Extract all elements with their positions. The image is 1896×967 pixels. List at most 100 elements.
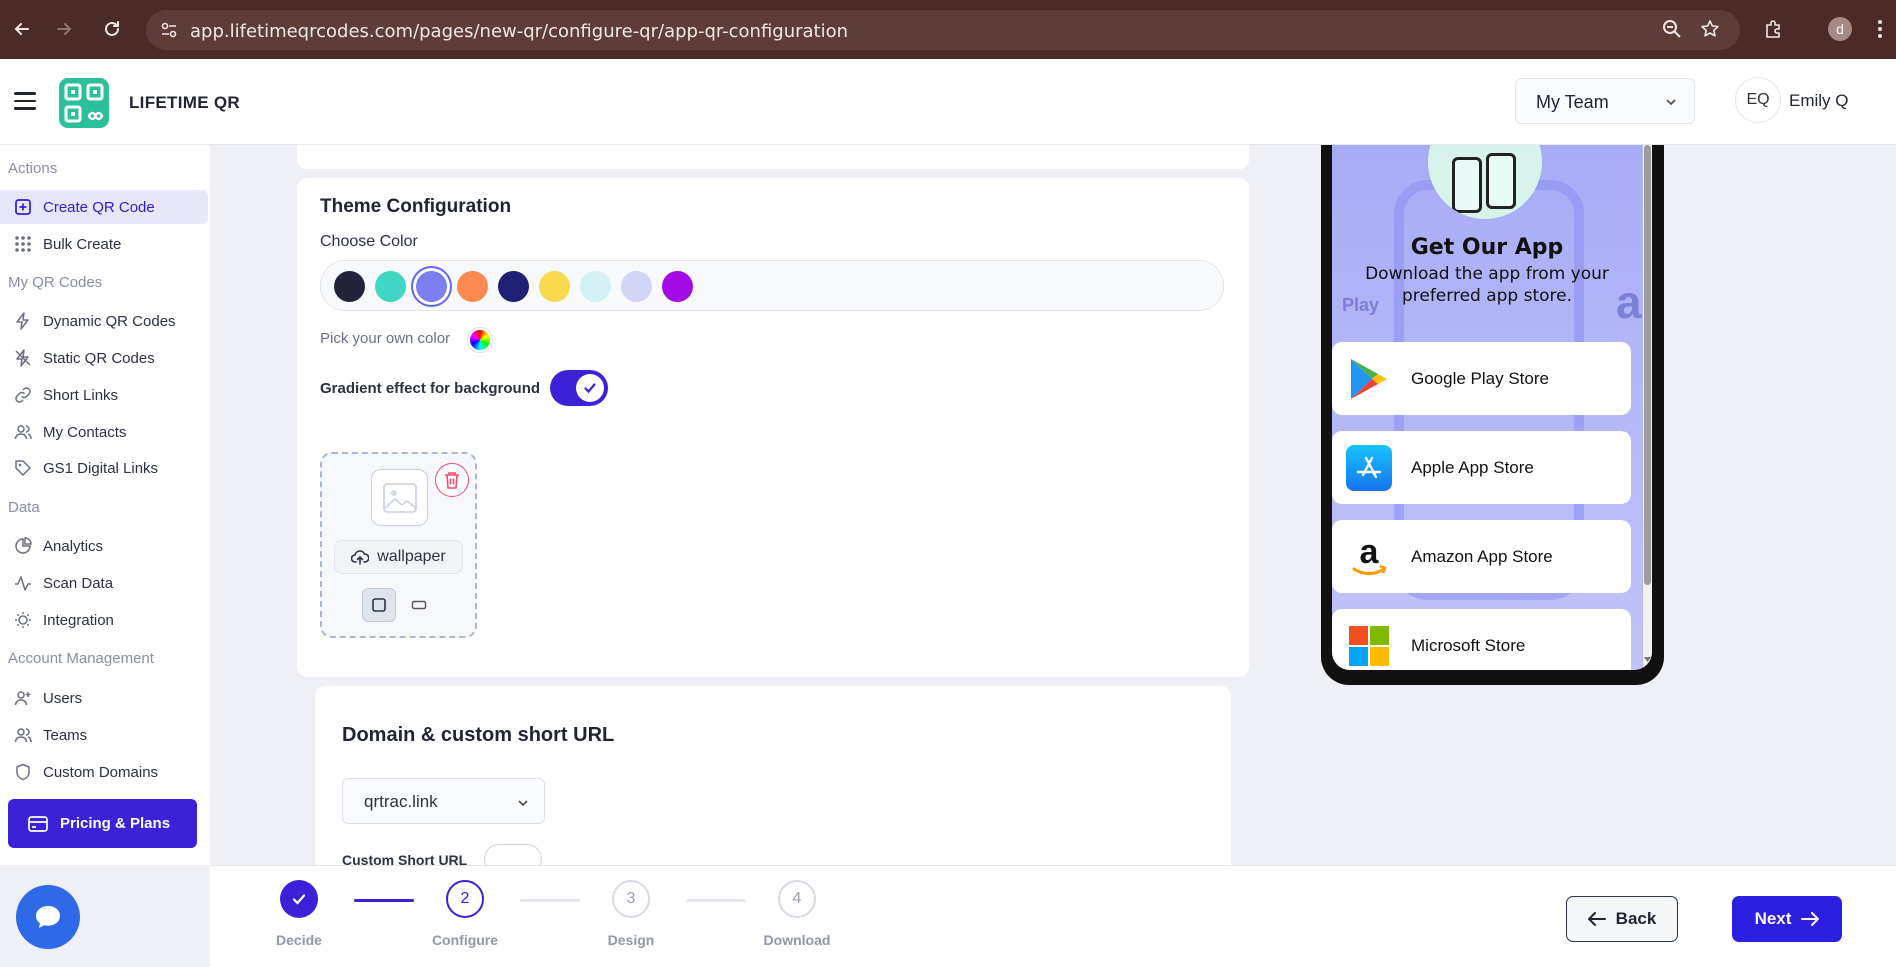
domain-select-label: qrtrac.link: [364, 792, 438, 811]
microsoft-store-button[interactable]: Microsoft Store: [1332, 609, 1631, 670]
step-connector: [686, 899, 746, 902]
amazon-app-store-button[interactable]: a Amazon App Store: [1332, 520, 1631, 593]
domain-select[interactable]: qrtrac.link: [342, 778, 545, 824]
color-swatch[interactable]: [498, 271, 529, 302]
domain-card: Domain & custom short URL qrtrac.link Cu…: [315, 686, 1231, 874]
sidebar-item-short-links[interactable]: Short Links: [0, 378, 208, 412]
step-label: Configure: [431, 932, 499, 948]
upload-wallpaper-button[interactable]: wallpaper: [334, 540, 463, 574]
sidebar-item-teams[interactable]: Teams: [0, 718, 208, 752]
app-header: LIFETIME QR My Team EQ Emily Q: [0, 59, 1896, 145]
shield-icon: [14, 763, 32, 781]
forward-arrow-icon[interactable]: [50, 15, 78, 43]
color-wheel-icon[interactable]: [468, 328, 492, 352]
wallpaper-upload-box: wallpaper: [320, 452, 477, 638]
activity-icon: [14, 574, 32, 592]
google-play-store-button[interactable]: Google Play Store: [1332, 342, 1631, 415]
sidebar-item-my-contacts[interactable]: My Contacts: [0, 415, 208, 449]
color-swatch[interactable]: [375, 271, 406, 302]
url-text: app.lifetimeqrcodes.com/pages/new-qr/con…: [190, 21, 849, 42]
tag-icon: [14, 459, 32, 477]
extensions-icon[interactable]: [1760, 15, 1788, 43]
sidebar-item-gs1-links[interactable]: GS1 Digital Links: [0, 451, 208, 485]
step-download[interactable]: 4 Download: [747, 880, 847, 948]
color-swatch[interactable]: [539, 271, 570, 302]
bookmark-star-icon[interactable]: [1696, 15, 1724, 43]
sidebar-item-static-qr[interactable]: Static QR Codes: [0, 341, 208, 375]
pick-own-color-label: Pick your own color: [320, 330, 451, 347]
apple-app-store-button[interactable]: Apple App Store: [1332, 431, 1631, 504]
app-store-icon: [1346, 444, 1392, 491]
credit-card-icon: [28, 815, 48, 832]
gradient-label: Gradient effect for background: [320, 380, 541, 397]
color-swatch[interactable]: [621, 271, 652, 302]
user-name[interactable]: Emily Q: [1789, 91, 1849, 111]
section-title-account: Account Management: [8, 650, 154, 667]
stepper-bar: Decide 2 Configure 3 Design 4 Download B…: [210, 865, 1896, 967]
color-swatch[interactable]: [334, 271, 365, 302]
square-option-icon[interactable]: [362, 588, 396, 622]
sidebar-item-scan-data[interactable]: Scan Data: [0, 566, 208, 600]
address-bar[interactable]: app.lifetimeqrcodes.com/pages/new-qr/con…: [146, 10, 1740, 50]
next-button[interactable]: Next: [1732, 896, 1842, 942]
step-connector: [520, 899, 580, 902]
trash-icon[interactable]: [435, 463, 469, 497]
previous-card-bottom: [297, 145, 1249, 169]
sidebar-item-bulk-create[interactable]: Bulk Create: [0, 227, 208, 261]
upload-wallpaper-label: wallpaper: [377, 548, 446, 565]
check-icon: [280, 880, 318, 918]
scroll-thumb[interactable]: [1644, 145, 1651, 585]
sidebar-item-label: Static QR Codes: [43, 349, 155, 367]
sidebar-item-create-qr[interactable]: Create QR Code: [0, 190, 208, 224]
color-swatch[interactable]: [662, 271, 693, 302]
sidebar-item-custom-domains[interactable]: Custom Domains: [0, 755, 208, 789]
sidebar-item-users[interactable]: Users: [0, 681, 208, 715]
step-design[interactable]: 3 Design: [581, 880, 681, 948]
scroll-down-arrow-icon[interactable]: [1644, 650, 1651, 668]
zoom-icon[interactable]: [1658, 15, 1686, 43]
bulb-icon: [14, 611, 32, 629]
choose-color-label: Choose Color: [320, 233, 418, 250]
wide-option-icon[interactable]: [402, 588, 436, 622]
sidebar-item-label: Scan Data: [43, 574, 114, 592]
sidebar: Actions Create QR Code Bulk Create My QR…: [0, 145, 210, 865]
next-label: Next: [1754, 909, 1792, 928]
gradient-toggle[interactable]: [550, 370, 608, 406]
plus-square-icon: [14, 198, 32, 216]
sidebar-item-analytics[interactable]: Analytics: [0, 529, 208, 563]
sidebar-item-label: Create QR Code: [43, 198, 155, 216]
browser-menu-icon[interactable]: [1866, 15, 1894, 43]
color-swatch-row: [320, 260, 1224, 311]
color-swatch[interactable]: [457, 271, 488, 302]
reload-icon[interactable]: [98, 15, 126, 43]
sidebar-item-integration[interactable]: Integration: [0, 603, 208, 637]
brand-name: LIFETIME QR: [129, 93, 240, 112]
site-settings-icon[interactable]: [160, 21, 178, 39]
step-configure[interactable]: 2 Configure: [415, 880, 515, 948]
section-title-data: Data: [8, 499, 40, 516]
step-label: Decide: [276, 932, 322, 948]
color-swatch[interactable]: [416, 271, 447, 302]
sidebar-item-dynamic-qr[interactable]: Dynamic QR Codes: [0, 304, 208, 338]
team-icon: [14, 726, 32, 744]
preview-scrollbar[interactable]: [1643, 145, 1652, 670]
cloud-upload-icon: [351, 549, 370, 565]
browser-profile-avatar[interactable]: d: [1828, 17, 1852, 41]
chat-button[interactable]: [16, 885, 80, 949]
user-plus-icon: [14, 689, 32, 707]
check-icon: [576, 374, 604, 402]
team-select[interactable]: My Team: [1515, 78, 1695, 124]
theme-configuration-card: Theme Configuration Choose Color Pick yo…: [297, 178, 1249, 677]
back-button[interactable]: Back: [1566, 896, 1678, 942]
user-avatar[interactable]: EQ: [1735, 77, 1781, 123]
back-arrow-icon[interactable]: [8, 15, 36, 43]
pricing-plans-button[interactable]: Pricing & Plans: [8, 799, 197, 848]
domain-title: Domain & custom short URL: [342, 724, 615, 746]
pricing-plans-label: Pricing & Plans: [60, 815, 171, 832]
preview-title: Get Our App: [1410, 235, 1564, 260]
store-label: Google Play Store: [1411, 368, 1549, 388]
step-decide[interactable]: Decide: [249, 880, 349, 948]
color-swatch[interactable]: [580, 271, 611, 302]
menu-icon[interactable]: [14, 92, 36, 110]
team-select-label: My Team: [1536, 92, 1609, 112]
